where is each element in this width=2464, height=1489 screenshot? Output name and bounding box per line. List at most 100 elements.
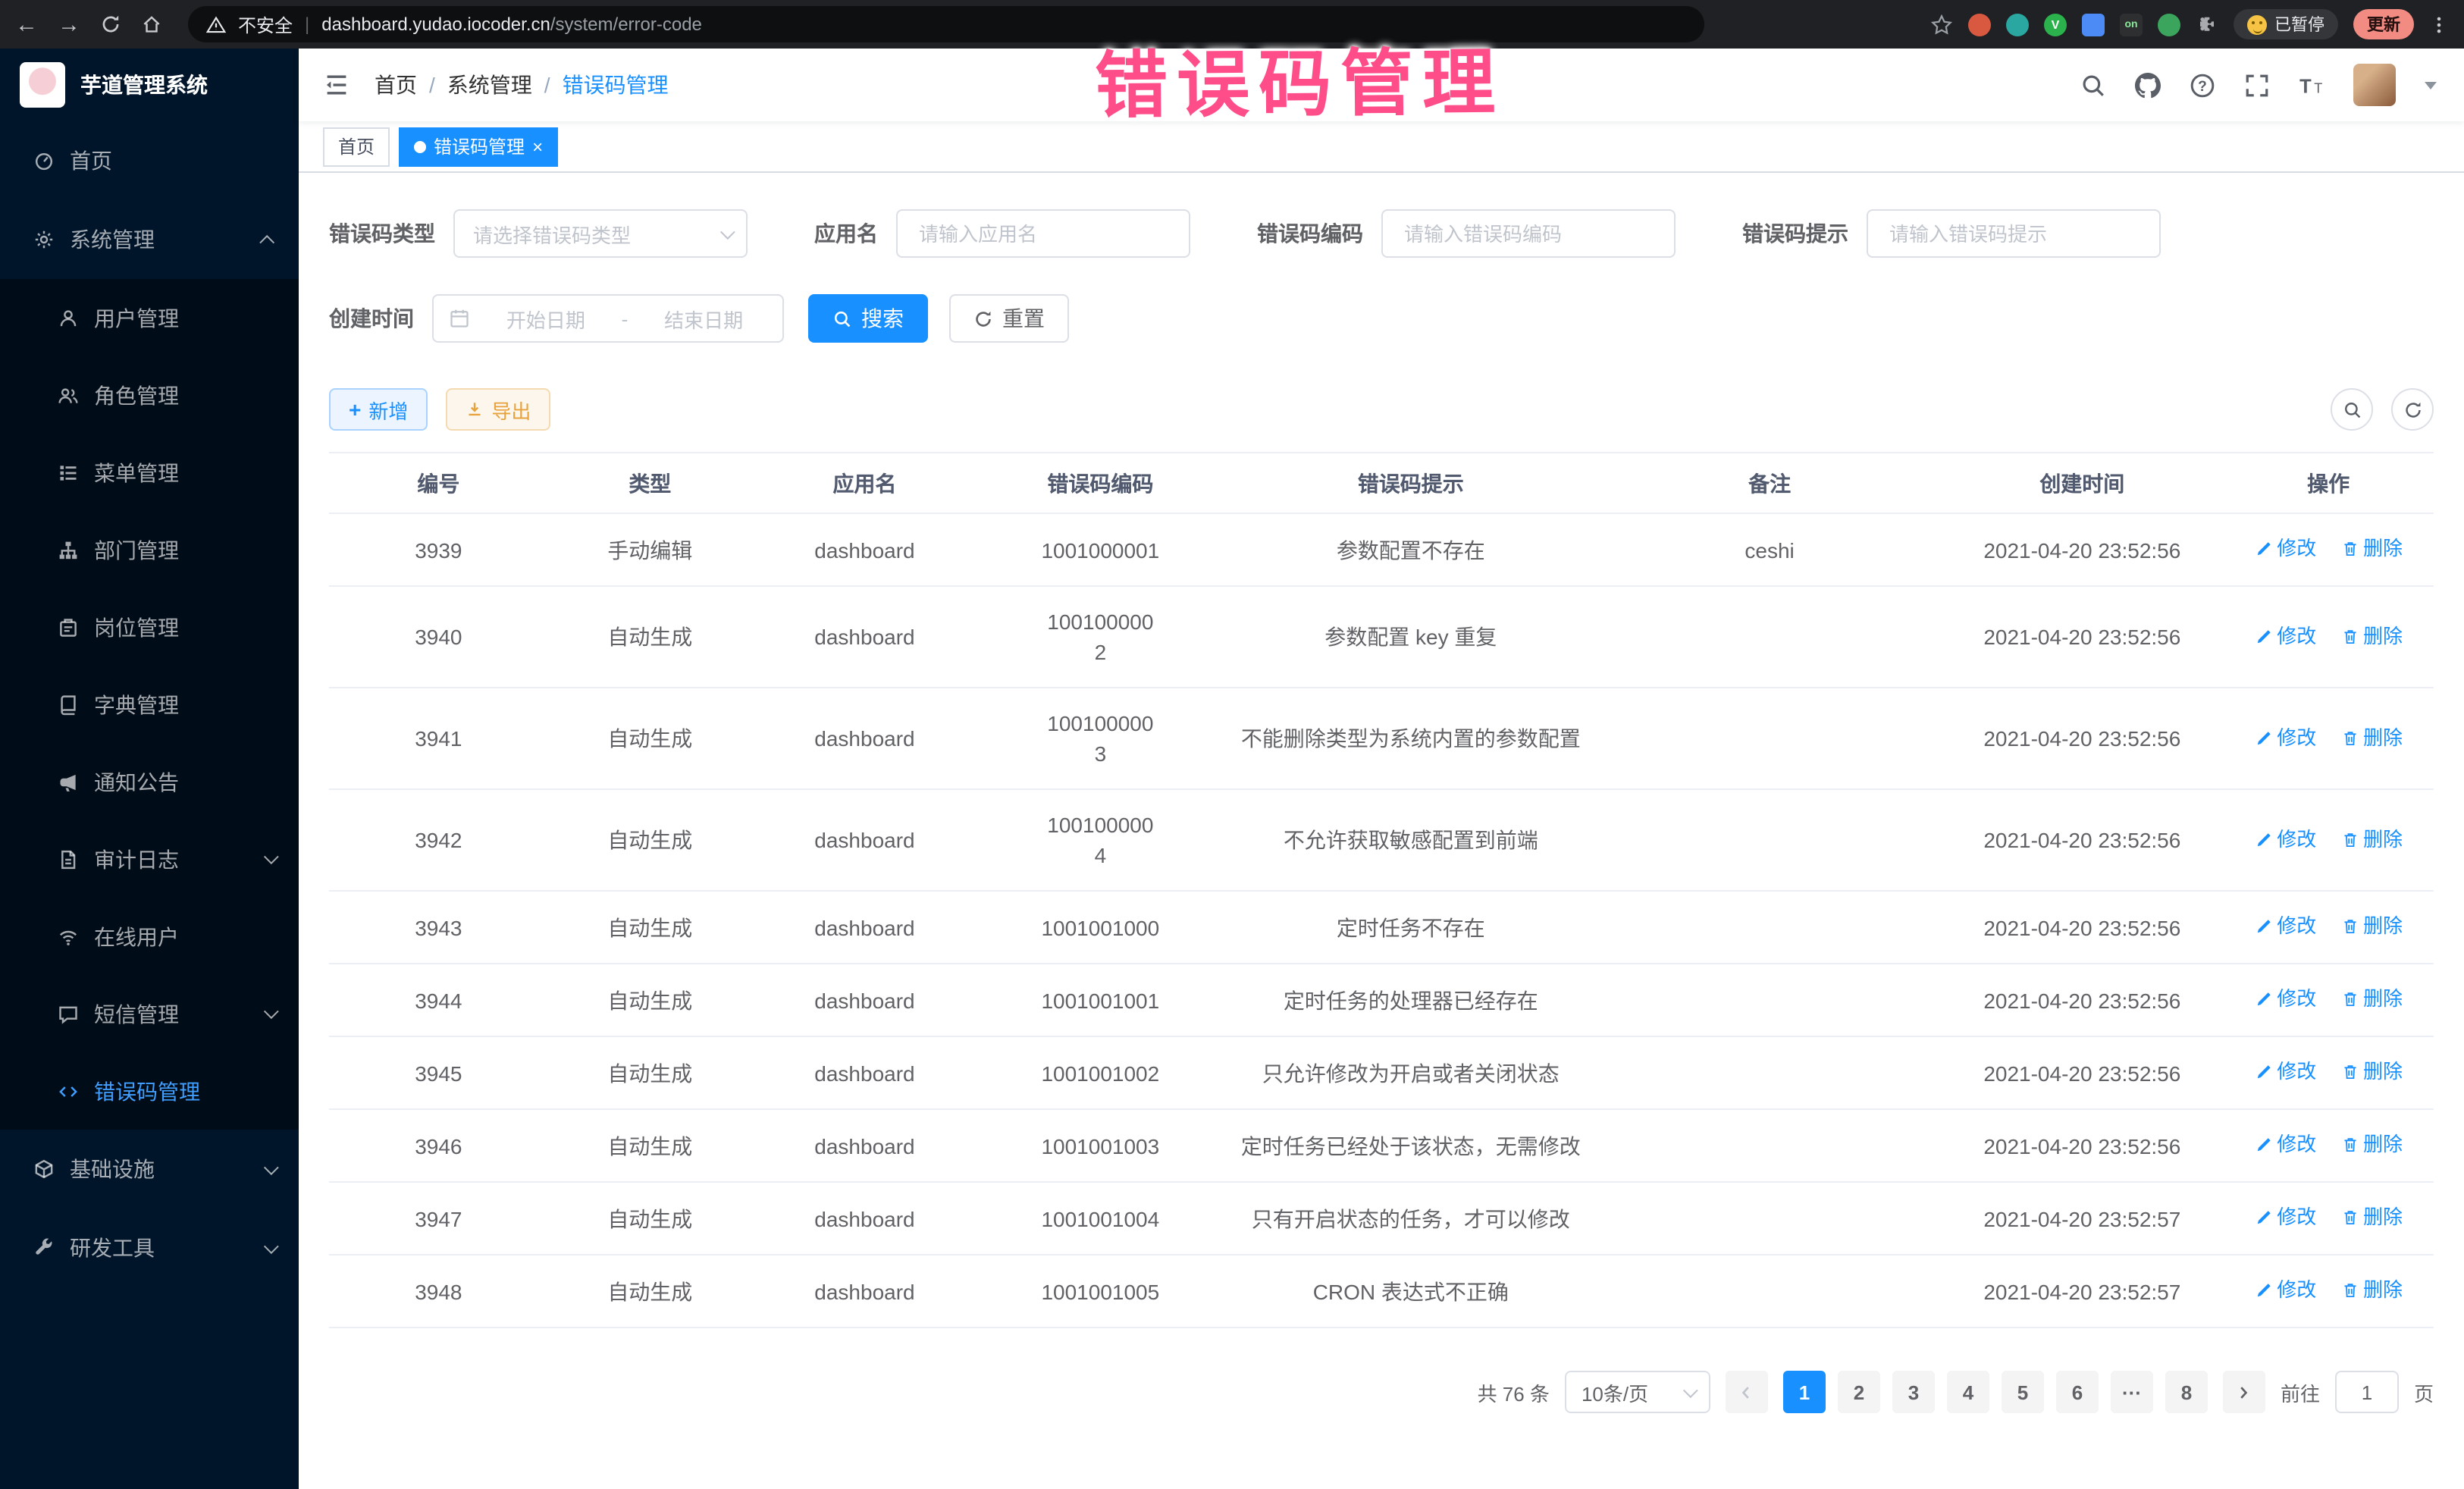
edit-link[interactable]: 修改 [2254,723,2316,753]
trash-icon [2340,627,2359,645]
add-button[interactable]: + 新增 [329,388,428,431]
home-icon[interactable] [141,14,162,35]
delete-link[interactable]: 删除 [2340,1275,2403,1306]
edit-link[interactable]: 修改 [2254,824,2316,854]
chevron-down-icon [264,1159,279,1174]
delete-link[interactable]: 删除 [2340,723,2403,753]
add-button-label: 新增 [368,395,408,424]
extensions-puzzle-icon[interactable] [2196,13,2218,36]
font-size-icon[interactable]: TT [2299,72,2324,98]
sidebar-item-online-users[interactable]: 在线用户 [0,898,299,975]
breadcrumb-home[interactable]: 首页 [375,70,417,100]
delete-link[interactable]: 删除 [2340,1130,2403,1160]
delete-link[interactable]: 删除 [2340,1202,2403,1233]
edit-link[interactable]: 修改 [2254,984,2316,1014]
list-icon [58,462,79,483]
page-button-4[interactable]: 4 [1947,1371,1989,1413]
sidebar-item-departments[interactable]: 部门管理 [0,511,299,588]
page-button-5[interactable]: 5 [2002,1371,2044,1413]
chrome-update-button[interactable]: 更新 [2353,9,2414,39]
sidebar-item-label: 首页 [70,146,112,176]
extension-on-badge-icon[interactable]: on [2120,13,2143,36]
github-icon[interactable] [2135,72,2161,98]
error-code-type-select[interactable]: 请选择错误码类型 [453,209,748,258]
tab-label: 首页 [338,133,375,159]
sidebar-item-notices[interactable]: 通知公告 [0,743,299,820]
sidebar-item-dev-tools[interactable]: 研发工具 [0,1208,299,1287]
sidebar-item-home[interactable]: 首页 [0,121,299,200]
tab-error-codes[interactable]: 错误码管理 × [399,127,558,166]
sidebar-item-dictionary[interactable]: 字典管理 [0,666,299,743]
tab-home[interactable]: 首页 [323,127,390,166]
back-icon[interactable]: ← [15,13,38,36]
page-button-3[interactable]: 3 [1892,1371,1935,1413]
sidebar-item-sms[interactable]: 短信管理 [0,975,299,1052]
extension-orange-icon[interactable] [1968,13,1991,36]
delete-link[interactable]: 删除 [2340,1057,2403,1087]
date-range-picker[interactable]: 开始日期 - 结束日期 [432,294,784,343]
page-button-6[interactable]: 6 [2056,1371,2099,1413]
trash-icon [2340,1208,2359,1227]
search-icon [2342,400,2362,419]
app-name-input[interactable] [916,221,1171,246]
profile-paused-chip[interactable]: 已暂停 [2234,9,2338,39]
toggle-search-button[interactable] [2331,388,2373,431]
extension-blue-grid-icon[interactable] [2082,13,2105,36]
export-button[interactable]: 导出 [446,388,550,431]
prev-page-button[interactable] [1726,1371,1768,1413]
cell-code: 1001000001 [977,513,1224,586]
breadcrumb-system[interactable]: 系统管理 [447,70,532,100]
sidebar-item-users[interactable]: 用户管理 [0,279,299,356]
page-button-2[interactable]: 2 [1838,1371,1880,1413]
edit-link[interactable]: 修改 [2254,621,2316,651]
sidebar-item-roles[interactable]: 角色管理 [0,356,299,434]
refresh-table-button[interactable] [2391,388,2434,431]
error-message-input[interactable] [1886,221,2141,246]
edit-link[interactable]: 修改 [2254,1057,2316,1087]
sidebar-item-infrastructure[interactable]: 基础设施 [0,1130,299,1208]
bookmark-star-icon[interactable] [1930,13,1953,36]
edit-link[interactable]: 修改 [2254,1202,2316,1233]
sidebar-logo[interactable]: 芋道管理系统 [0,49,299,121]
page-button-8[interactable]: 8 [2165,1371,2208,1413]
page-button-1[interactable]: 1 [1783,1371,1826,1413]
fullscreen-icon[interactable] [2244,72,2270,98]
edit-link[interactable]: 修改 [2254,911,2316,942]
sidebar-toggle-icon[interactable] [299,71,375,99]
forward-icon[interactable]: → [58,13,80,36]
delete-link[interactable]: 删除 [2340,534,2403,564]
search-icon[interactable] [2080,72,2106,98]
breadcrumb-current[interactable]: 错误码管理 [563,70,669,100]
reload-icon[interactable] [100,14,121,35]
search-button[interactable]: 搜索 [808,294,928,343]
edit-link[interactable]: 修改 [2254,534,2316,564]
page-size-select[interactable]: 10条/页 [1565,1371,1710,1413]
extension-green-icon[interactable] [2158,13,2180,36]
user-avatar[interactable] [2353,64,2396,106]
reset-button[interactable]: 重置 [949,294,1069,343]
edit-link[interactable]: 修改 [2254,1130,2316,1160]
sidebar-item-menus[interactable]: 菜单管理 [0,434,299,511]
refresh-icon [973,309,993,328]
delete-link[interactable]: 删除 [2340,911,2403,942]
kebab-menu-icon[interactable] [2429,14,2449,34]
tab-close-icon[interactable]: × [532,137,543,155]
sidebar-item-audit-logs[interactable]: 审计日志 [0,820,299,898]
next-page-button[interactable] [2223,1371,2265,1413]
avatar-caret-down-icon[interactable] [2425,81,2437,89]
sidebar-item-system[interactable]: 系统管理 [0,200,299,279]
jump-page-input[interactable] [2335,1371,2399,1413]
error-code-input[interactable] [1401,221,1656,246]
address-bar[interactable]: 不安全 | dashboard.yudao.iocoder.cn/system/… [188,6,1704,42]
extension-green-check-icon[interactable]: V [2044,13,2067,36]
help-icon[interactable]: ? [2190,72,2215,98]
edit-link[interactable]: 修改 [2254,1275,2316,1306]
delete-link[interactable]: 删除 [2340,984,2403,1014]
trash-icon [2340,990,2359,1008]
page-ellipsis[interactable]: ··· [2111,1371,2153,1413]
sidebar-item-posts[interactable]: 岗位管理 [0,588,299,666]
delete-link[interactable]: 删除 [2340,824,2403,854]
sidebar-item-error-codes[interactable]: 错误码管理 [0,1052,299,1130]
delete-link[interactable]: 删除 [2340,621,2403,651]
extension-teal-icon[interactable] [2006,13,2029,36]
